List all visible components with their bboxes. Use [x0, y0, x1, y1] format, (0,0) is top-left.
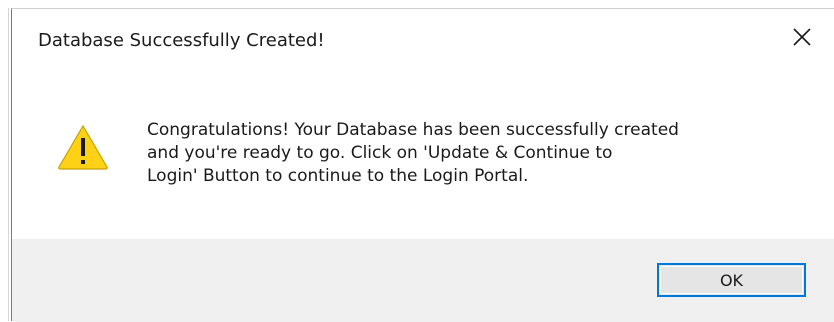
dialog-message: Congratulations! Your Database has been …: [147, 119, 807, 188]
warning-icon: [58, 124, 108, 170]
message-line: Login' Button to continue to the Login P…: [147, 166, 529, 186]
message-line: and you're ready to go. Click on 'Update…: [147, 143, 613, 163]
dialog-footer: OK: [12, 239, 834, 322]
background-window-edge: [0, 0, 11, 321]
close-button[interactable]: [770, 9, 834, 65]
message-line: Congratulations! Your Database has been …: [147, 120, 679, 140]
dialog-title: Database Successfully Created!: [38, 30, 325, 51]
ok-button[interactable]: OK: [657, 263, 806, 297]
dialog-title-bar[interactable]: Database Successfully Created!: [12, 9, 834, 71]
background-window-border: [8, 0, 9, 321]
close-icon: [793, 28, 811, 46]
background-window-strip: [0, 0, 834, 8]
dialog-content: Congratulations! Your Database has been …: [12, 71, 834, 239]
message-dialog: Database Successfully Created! Congratul…: [11, 8, 834, 322]
